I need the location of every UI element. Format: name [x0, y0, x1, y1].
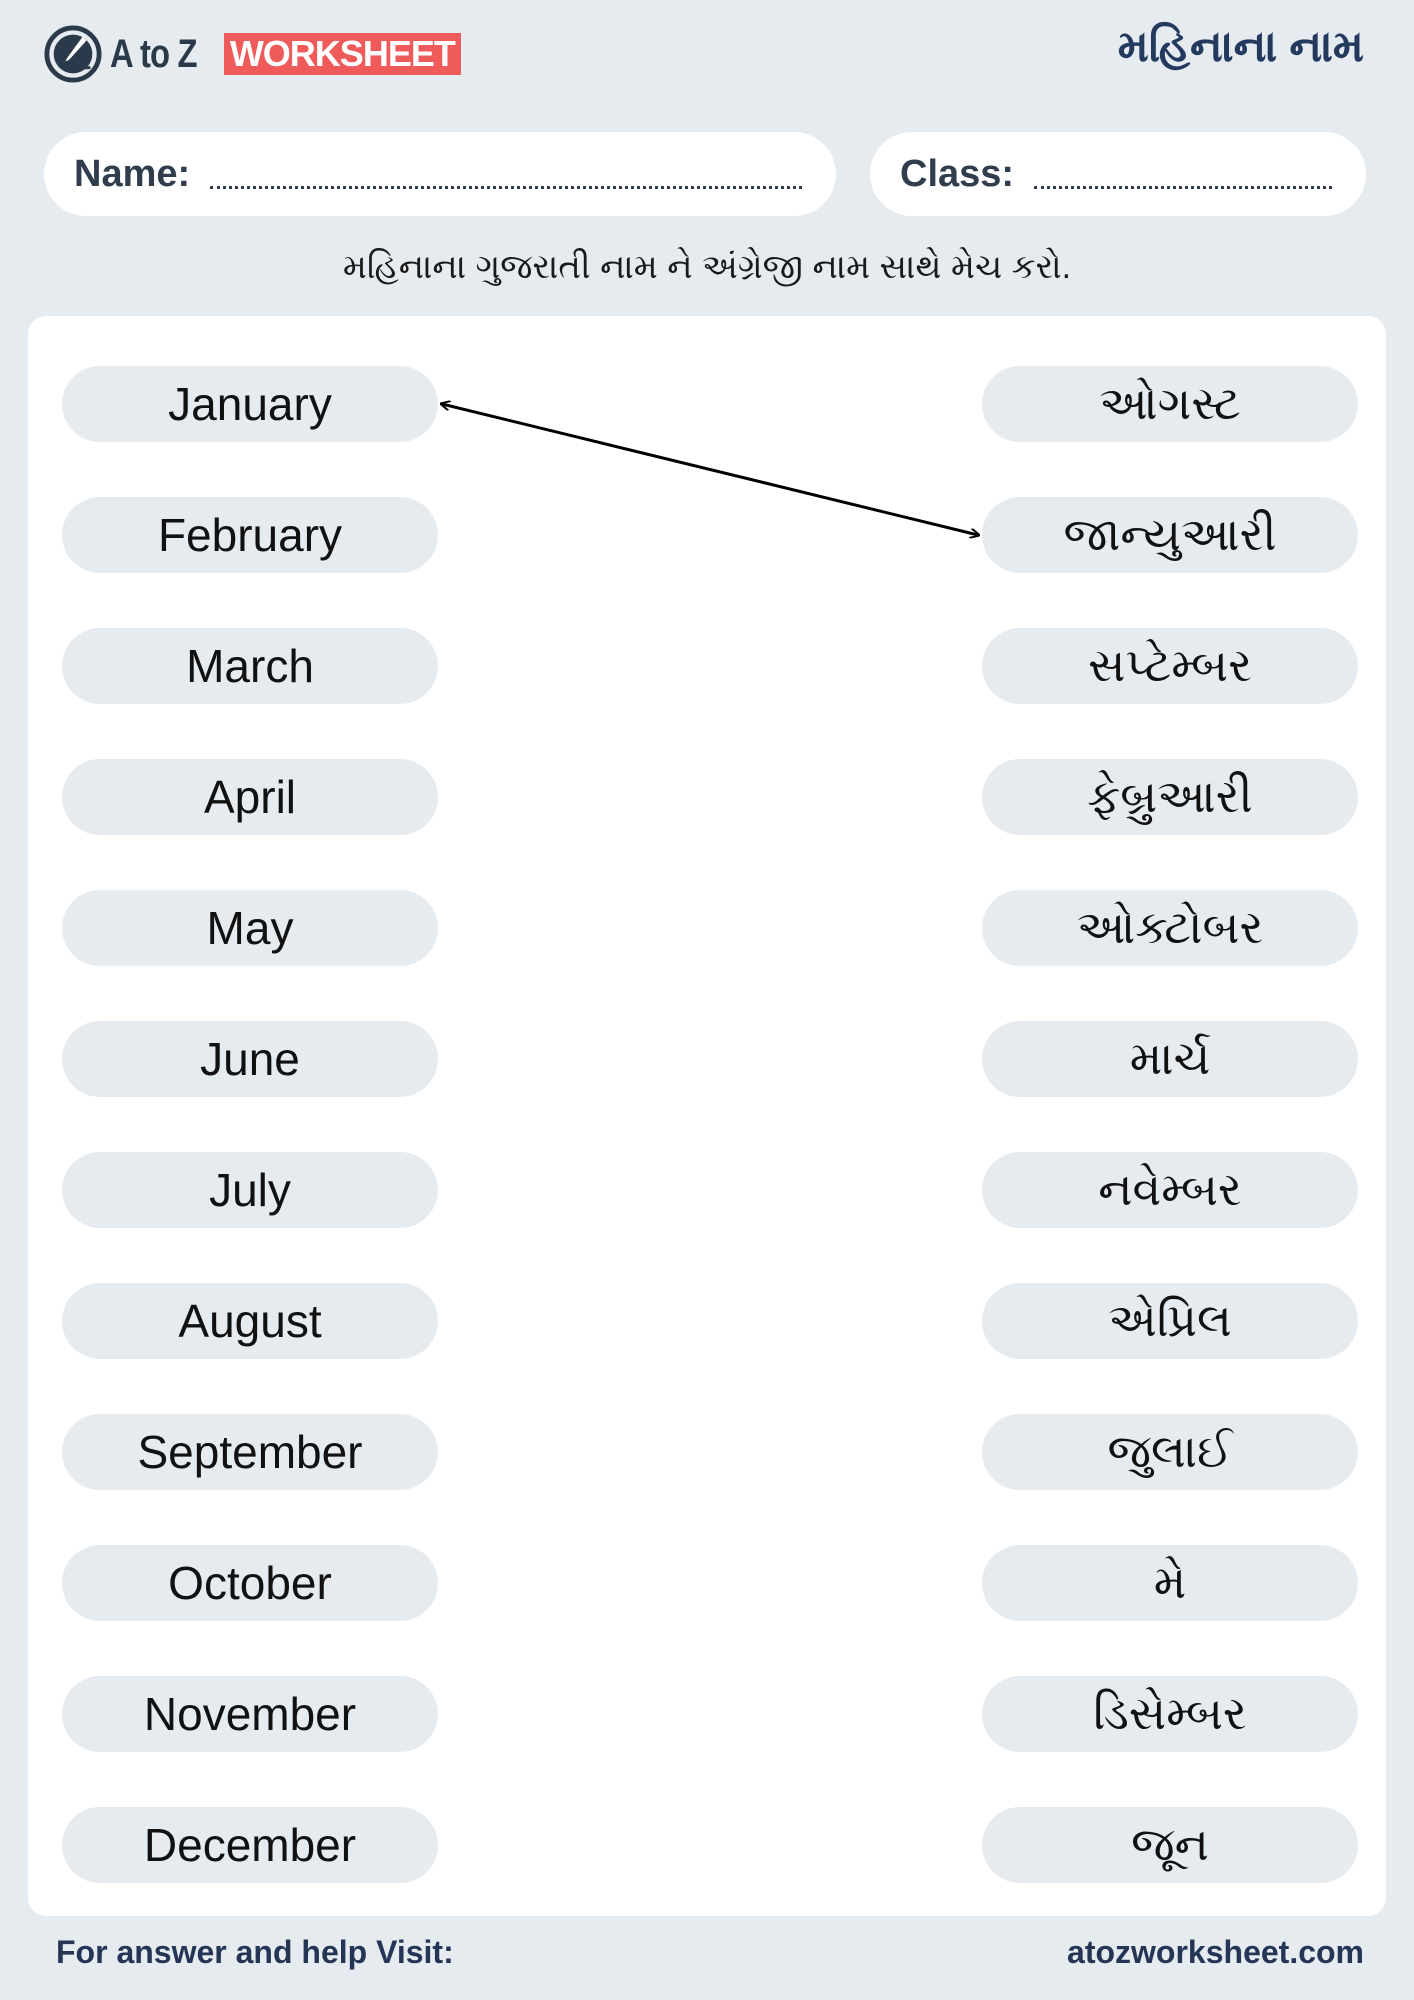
english-month-item[interactable]: October: [62, 1545, 438, 1621]
logo-text: A to Z: [110, 31, 198, 76]
english-month-item[interactable]: May: [62, 890, 438, 966]
english-month-item[interactable]: August: [62, 1283, 438, 1359]
logo-badge: WORKSHEET: [223, 33, 461, 75]
logo: A to Z WORKSHEET: [44, 24, 461, 84]
gujarati-month-item[interactable]: મે: [982, 1545, 1358, 1621]
gujarati-month-item[interactable]: જૂન: [982, 1807, 1358, 1883]
class-label: Class:: [900, 152, 1015, 195]
example-match-arrow: [442, 404, 978, 535]
english-month-item[interactable]: September: [62, 1414, 438, 1490]
gujarati-month-item[interactable]: જાન્યુઆરી: [982, 497, 1358, 573]
english-month-item[interactable]: July: [62, 1152, 438, 1228]
english-month-item[interactable]: January: [62, 366, 438, 442]
gujarati-month-item[interactable]: જુલાઈ: [982, 1414, 1358, 1490]
english-month-item[interactable]: December: [62, 1807, 438, 1883]
page-title: મહિનાના નામ: [1117, 22, 1364, 71]
instruction: મહિનાના ગુજરાતી નામ ને અંગ્રેજી નામ સાથે…: [342, 248, 1072, 286]
gujarati-month-item[interactable]: નવેમ્બર: [982, 1152, 1358, 1228]
gujarati-month-item[interactable]: સપ્ટેમ્બર: [982, 628, 1358, 704]
english-month-item[interactable]: June: [62, 1021, 438, 1097]
name-label: Name:: [74, 152, 191, 195]
gujarati-month-item[interactable]: ઓગસ્ટ: [982, 366, 1358, 442]
name-field[interactable]: Name:: [44, 132, 836, 216]
class-input-line[interactable]: [1034, 160, 1332, 189]
english-month-item[interactable]: April: [62, 759, 438, 835]
gujarati-month-item[interactable]: ઓક્ટોબર: [982, 890, 1358, 966]
name-input-line[interactable]: [210, 160, 802, 189]
english-month-item[interactable]: February: [62, 497, 438, 573]
matching-panel: January February March April May June July Augu…: [28, 316, 1386, 1916]
footer-website-link[interactable]: atozworksheet.com: [1067, 1934, 1364, 1971]
gujarati-month-item[interactable]: ફેબ્રુઆરી: [982, 759, 1358, 835]
gujarati-month-item[interactable]: ડિસેમ્બર: [982, 1676, 1358, 1752]
gujarati-month-item[interactable]: માર્ચ: [982, 1021, 1358, 1097]
gujarati-month-item[interactable]: એપ્રિલ: [982, 1283, 1358, 1359]
english-month-item[interactable]: November: [62, 1676, 438, 1752]
pen-logo-icon: [44, 25, 102, 83]
footer-help-text: For answer and help Visit:: [56, 1934, 454, 1970]
class-field[interactable]: Class:: [870, 132, 1366, 216]
english-month-item[interactable]: March: [62, 628, 438, 704]
